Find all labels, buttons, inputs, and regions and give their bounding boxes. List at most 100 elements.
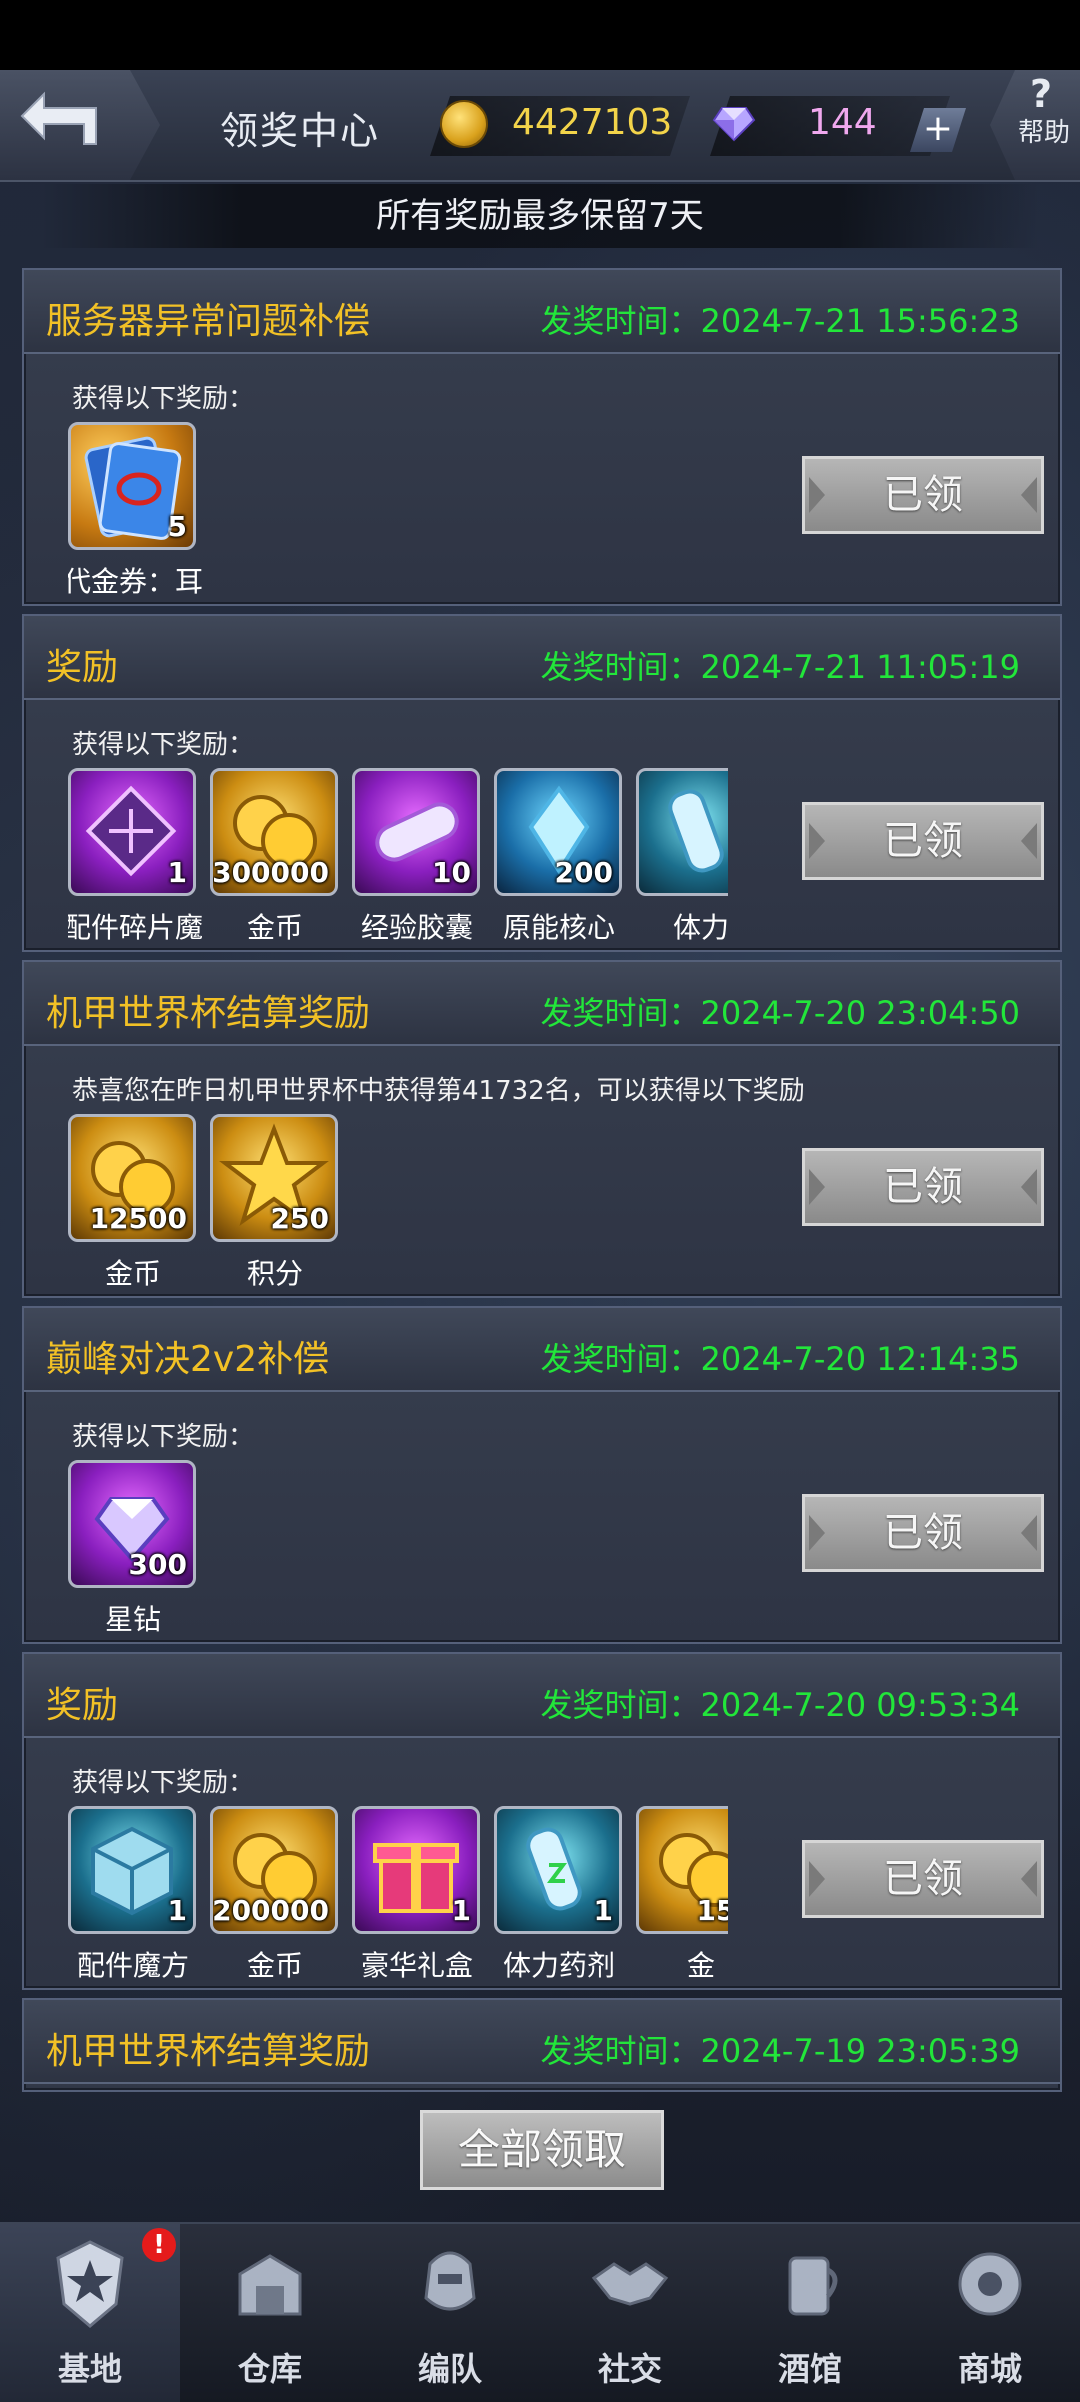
card-subtitle: 获得以下奖励： <box>72 1422 255 1452</box>
nav-tavern[interactable]: 酒馆 <box>720 2224 900 2402</box>
nav-social[interactable]: 社交 <box>540 2224 720 2402</box>
warehouse-icon <box>238 2254 302 2316</box>
item-quantity: 250 <box>270 1202 329 1235</box>
nav-label: 社交 <box>597 2350 662 2388</box>
gold-coin-icon: 200000 <box>210 1806 338 1934</box>
item-quantity: 10 <box>432 856 471 889</box>
handshake-icon <box>591 2262 669 2306</box>
card-subtitle: 获得以下奖励： <box>72 384 255 414</box>
item-quantity: 1 <box>167 1894 187 1927</box>
item-quantity: 150 <box>696 1894 728 1927</box>
card-header: 机甲世界杯结算奖励 发奖时间：2024-7-20 23:04:50 <box>24 962 1060 1046</box>
card-time: 发奖时间：2024-7-21 15:56:23 <box>540 302 1020 340</box>
item-quantity: 5 <box>167 510 187 543</box>
card-title: 服务器异常问题补偿 <box>46 301 371 342</box>
card-time: 发奖时间：2024-7-20 23:04:50 <box>540 994 1020 1032</box>
gold-coin-icon: 12500 <box>68 1114 196 1242</box>
tavern-icon <box>788 2256 838 2316</box>
item-name: 豪华礼盒 <box>360 1949 473 1982</box>
item-name: 金币 <box>104 1257 161 1290</box>
help-icon: ? <box>1030 72 1053 116</box>
item-name: 体力 <box>672 911 728 944</box>
notification-badge: ! <box>142 2228 176 2262</box>
card-subtitle: 恭喜您在昨日机甲世界杯中获得第41732名，可以获得以下奖励 <box>72 1076 805 1106</box>
item-name: 配件碎片魔 <box>68 911 203 944</box>
claimed-button[interactable]: 已领 <box>802 802 1044 880</box>
diamond-icon <box>712 107 756 142</box>
reward-card: 巅峰对决2v2补偿 发奖时间：2024-7-20 12:14:35 获得以下奖励… <box>22 1306 1062 1644</box>
star-points-icon: 250 <box>210 1114 338 1242</box>
reward-card: 奖励 发奖时间：2024-7-20 09:53:34 获得以下奖励： 1 配件魔… <box>22 1652 1062 1990</box>
energy-core-icon: 200 <box>494 768 622 896</box>
collect-all-button[interactable]: 全部领取 <box>420 2110 664 2190</box>
item-quantity: 1 <box>167 856 187 889</box>
claimed-button[interactable]: 已领 <box>802 456 1044 534</box>
claimed-button[interactable]: 已领 <box>802 1840 1044 1918</box>
card-header: 奖励 发奖时间：2024-7-20 09:53:34 <box>24 1654 1060 1738</box>
coin-amount: 4427103 <box>512 102 673 143</box>
item-name: 星钻 <box>104 1603 161 1636</box>
card-subtitle: 获得以下奖励： <box>72 1768 255 1798</box>
card-title: 机甲世界杯结算奖励 <box>46 993 371 1034</box>
item-quantity: 1 <box>593 1894 613 1927</box>
mech-squad-icon <box>424 2251 476 2311</box>
card-subtitle: 获得以下奖励： <box>72 730 255 760</box>
base-star-icon <box>56 2240 124 2328</box>
item-name: 金币 <box>246 911 303 944</box>
back-button[interactable] <box>0 70 160 180</box>
reward-card: 机甲世界杯结算奖励 发奖时间：2024-7-20 23:04:50 恭喜您在昨日… <box>22 960 1062 1298</box>
item-name: 体力药剂 <box>502 1949 615 1982</box>
exp-capsule-icon: 10 <box>352 768 480 896</box>
shop-icon <box>958 2252 1022 2316</box>
claimed-button[interactable]: 已领 <box>802 1494 1044 1572</box>
item-name: 原能核心 <box>502 911 615 944</box>
item-name: 代金券：耳 <box>68 565 203 598</box>
reward-items: 1 配件碎片魔 300000 金币 10 经验胶囊 200 原能核心 体力 <box>68 768 728 948</box>
help-label: 帮助 <box>1018 118 1071 148</box>
page-title: 领奖中心 <box>220 109 381 153</box>
nav-label: 基地 <box>57 2350 122 2388</box>
card-time: 发奖时间：2024-7-21 11:05:19 <box>540 648 1020 686</box>
item-name: 金 <box>686 1949 715 1982</box>
gem-amount: 144 <box>808 102 877 143</box>
reward-items: 1 配件魔方 200000 金币 1 豪华礼盒 1 体力药剂 1 金 <box>68 1806 728 1986</box>
nav-label: 酒馆 <box>777 2350 842 2388</box>
part-cube-icon: 1 <box>68 1806 196 1934</box>
stamina-potion-icon: 1 <box>494 1806 622 1934</box>
nav-shop[interactable]: 商城 <box>900 2224 1080 2402</box>
nav-label: 编队 <box>417 2350 482 2388</box>
item-name: 金币 <box>246 1949 303 1982</box>
card-header: 服务器异常问题补偿 发奖时间：2024-7-21 15:56:23 <box>24 270 1060 354</box>
item-name: 经验胶囊 <box>360 911 473 944</box>
card-title: 巅峰对决2v2补偿 <box>46 1339 330 1380</box>
card-header: 奖励 发奖时间：2024-7-21 11:05:19 <box>24 616 1060 700</box>
nav-squad[interactable]: 编队 <box>360 2224 540 2402</box>
reward-card: 服务器异常问题补偿 发奖时间：2024-7-21 15:56:23 获得以下奖励… <box>22 268 1062 606</box>
item-quantity: 12500 <box>89 1202 187 1235</box>
star-diamond-icon: 300 <box>68 1460 196 1588</box>
card-title: 机甲世界杯结算奖励 <box>46 2031 371 2072</box>
nav-base[interactable]: ! 基地 <box>0 2224 180 2402</box>
reward-items: 5 代金券：耳 <box>68 422 728 602</box>
card-header: 机甲世界杯结算奖励 发奖时间：2024-7-19 23:05:39 <box>24 2000 1060 2084</box>
reward-items: 12500 金币 250 积分 <box>68 1114 728 1294</box>
card-title: 奖励 <box>46 647 119 688</box>
back-arrow-icon <box>20 91 97 145</box>
card-title: 奖励 <box>46 1685 119 1726</box>
stamina-potion-icon <box>636 768 728 896</box>
voucher-card-icon: 5 <box>68 422 196 550</box>
item-quantity: 300 <box>128 1548 187 1581</box>
notice-banner: 所有奖励最多保留7天 <box>40 184 1040 248</box>
reward-card: 机甲世界杯结算奖励 发奖时间：2024-7-19 23:05:39 <box>22 1998 1062 2092</box>
reward-card: 奖励 发奖时间：2024-7-21 11:05:19 获得以下奖励： 1 配件碎… <box>22 614 1062 952</box>
part-fragment-icon: 1 <box>68 768 196 896</box>
card-time: 发奖时间：2024-7-19 23:05:39 <box>540 2032 1020 2070</box>
nav-label: 仓库 <box>237 2350 302 2388</box>
card-time: 发奖时间：2024-7-20 12:14:35 <box>540 1340 1020 1378</box>
gold-coin-icon: 300000 <box>210 768 338 896</box>
card-time: 发奖时间：2024-7-20 09:53:34 <box>540 1686 1020 1724</box>
claimed-button[interactable]: 已领 <box>802 1148 1044 1226</box>
nav-label: 商城 <box>957 2350 1022 2388</box>
gift-box-icon: 1 <box>352 1806 480 1934</box>
nav-warehouse[interactable]: 仓库 <box>180 2224 360 2402</box>
